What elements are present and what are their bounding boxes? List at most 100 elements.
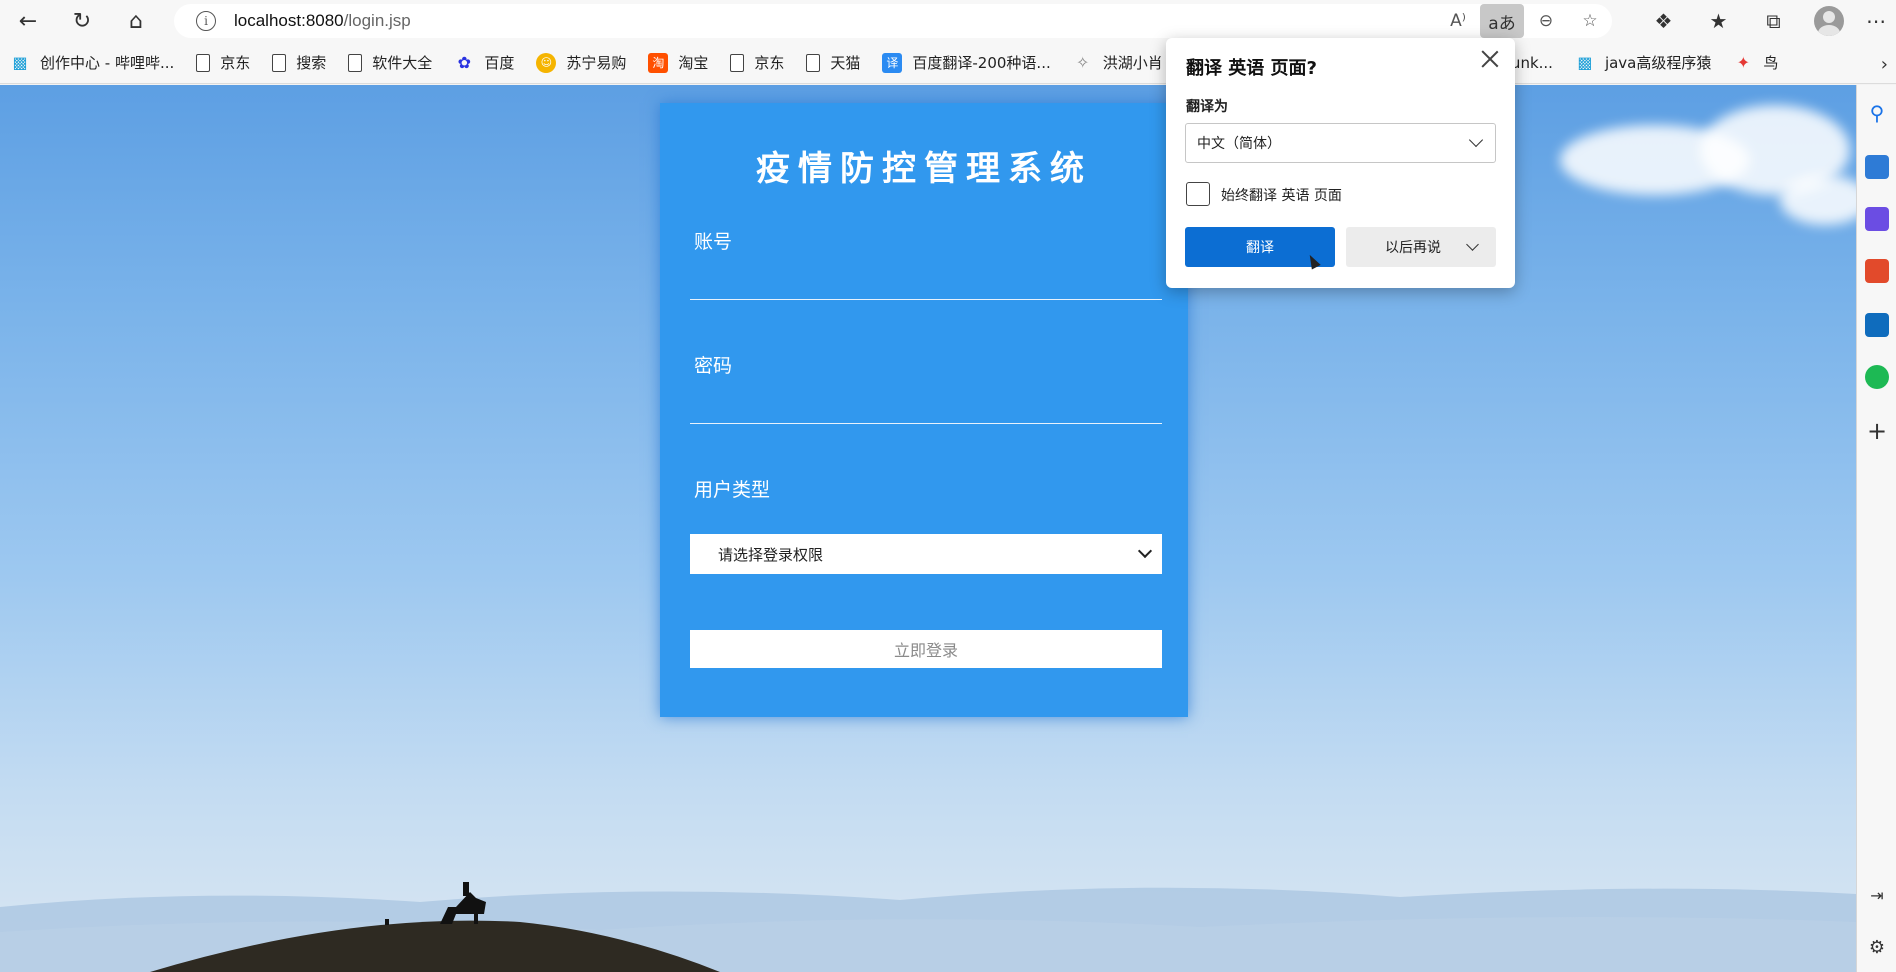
- account-input[interactable]: [690, 259, 1162, 299]
- page-icon: [272, 53, 287, 72]
- chevron-right-icon[interactable]: ›: [1881, 54, 1888, 75]
- bookmark-item[interactable]: ☺ 苏宁易购: [536, 48, 626, 78]
- bookmark-item[interactable]: 淘淘宝: [648, 48, 708, 78]
- account-label: 账号: [694, 231, 733, 253]
- account-underline: [690, 299, 1162, 300]
- bookmark-item[interactable]: 搜索: [272, 48, 326, 78]
- bookmark-item[interactable]: 软件大全: [348, 48, 432, 78]
- bookmark-label: 京东: [220, 54, 251, 72]
- games-icon[interactable]: [1865, 207, 1889, 231]
- user-type-label: 用户类型: [694, 479, 771, 501]
- bird-icon: ✦: [1736, 53, 1751, 72]
- not-now-button[interactable]: 以后再说: [1346, 227, 1496, 267]
- bookmark-label: 天猫: [830, 54, 861, 72]
- bookmark-label: java高级程序猿: [1604, 54, 1712, 72]
- add-icon[interactable]: +: [1865, 417, 1889, 445]
- site-info-icon[interactable]: i: [196, 11, 216, 31]
- collections-icon[interactable]: ⧉: [1746, 0, 1801, 42]
- page-title: 疫情防控管理系统: [756, 149, 1092, 189]
- bookmark-label: 京东: [754, 54, 785, 72]
- bookmark-label: 洪湖小肖: [1102, 54, 1163, 72]
- spotify-icon[interactable]: [1865, 365, 1889, 389]
- close-icon[interactable]: [1479, 48, 1501, 70]
- more-menu-icon[interactable]: ⋯: [1856, 0, 1896, 42]
- chevron-down-icon: [1137, 543, 1153, 559]
- bookmark-item[interactable]: 译百度翻译-200种语...: [882, 48, 1051, 78]
- password-input[interactable]: [690, 383, 1162, 423]
- user-type-select[interactable]: 请选择登录权限: [690, 534, 1162, 574]
- bookmark-item[interactable]: ▩ java高级程序猿: [1575, 48, 1711, 78]
- mountain-landscape: [0, 882, 1856, 972]
- password-underline: [690, 423, 1162, 424]
- bookmark-label: 搜索: [296, 54, 327, 72]
- url-text[interactable]: localhost:8080/login.jsp: [234, 11, 411, 31]
- page-icon: [806, 53, 821, 72]
- login-button[interactable]: 立即登录: [690, 630, 1162, 668]
- tools-icon[interactable]: [1865, 155, 1889, 179]
- bookmark-item[interactable]: ✿ 百度: [454, 48, 515, 78]
- address-bar-icons: A⁾ aあ ⊖ ☆: [1436, 4, 1612, 38]
- read-aloud-icon[interactable]: A⁾: [1436, 4, 1480, 38]
- toolbar-right-icons: ❖ ★ ⧉ ⋯: [1636, 0, 1896, 42]
- password-label: 密码: [694, 355, 733, 377]
- taobao-icon: 淘: [648, 52, 669, 73]
- page-icon: [348, 53, 363, 72]
- outlook-icon[interactable]: [1865, 313, 1889, 337]
- page-icon: ✧: [1076, 53, 1090, 72]
- url-path: /login.jsp: [343, 11, 411, 30]
- gear-icon[interactable]: ⚙: [1865, 935, 1889, 959]
- back-icon[interactable]: ←: [8, 3, 48, 39]
- favorites-icon[interactable]: ★: [1691, 0, 1746, 42]
- cloud: [1780, 175, 1856, 225]
- suning-icon: ☺: [536, 52, 557, 73]
- search-icon[interactable]: ⚲: [1865, 101, 1889, 125]
- page-viewport: 疫情防控管理系统 账号 密码 用户类型 请选择登录权限 立即登录: [0, 85, 1856, 972]
- not-now-label: 以后再说: [1385, 240, 1441, 256]
- add-favorite-icon[interactable]: ☆: [1568, 4, 1612, 38]
- extensions-icon[interactable]: ❖: [1636, 0, 1691, 42]
- profile-icon[interactable]: [1801, 0, 1856, 42]
- bookmarks-bar: ▩ 创作中心 - 哔哩哔... 京东 搜索 软件大全 ✿ 百度 ☺ 苏宁易购 淘淘宝 …: [0, 42, 1896, 84]
- translate-popup-title: 翻译 英语 页面?: [1186, 58, 1317, 79]
- language-selected: 中文（简体）: [1197, 136, 1281, 152]
- page-icon: [196, 53, 211, 72]
- avatar: [1813, 6, 1844, 36]
- bookmark-item[interactable]: 京东: [196, 48, 250, 78]
- bilibili-icon: ▩: [1577, 53, 1593, 72]
- bookmark-label: 淘宝: [678, 54, 709, 72]
- address-bar[interactable]: i localhost:8080/login.jsp A⁾ aあ ⊖ ☆: [174, 4, 1612, 38]
- chevron-down-icon: [1468, 132, 1484, 148]
- bookmark-label: 软件大全: [372, 54, 433, 72]
- browser-toolbar: ← ↻ ⌂ i localhost:8080/login.jsp A⁾ aあ ⊖…: [0, 0, 1896, 42]
- reload-icon[interactable]: ↻: [62, 3, 102, 39]
- language-select[interactable]: 中文（简体）: [1185, 123, 1496, 163]
- home-icon[interactable]: ⌂: [116, 3, 156, 39]
- bookmark-item[interactable]: 京东: [730, 48, 784, 78]
- office-icon[interactable]: [1865, 259, 1889, 283]
- page-icon: [730, 53, 745, 72]
- login-card: 疫情防控管理系统 账号 密码 用户类型 请选择登录权限 立即登录: [660, 103, 1188, 717]
- fanyi-icon: 译: [882, 52, 903, 73]
- bookmark-item[interactable]: ✦ 鸟: [1733, 48, 1779, 78]
- bilibili-icon: ▩: [12, 53, 28, 72]
- translate-to-label: 翻译为: [1186, 99, 1228, 115]
- bookmark-label: 鸟: [1763, 54, 1779, 72]
- translate-icon[interactable]: aあ: [1480, 4, 1524, 38]
- zoom-icon[interactable]: ⊖: [1524, 4, 1568, 38]
- user-type-selected: 请选择登录权限: [718, 545, 824, 564]
- url-host: localhost:8080: [234, 11, 344, 30]
- bookmark-label: 创作中心 - 哔哩哔...: [40, 54, 175, 72]
- bookmark-item[interactable]: ▩ 创作中心 - 哔哩哔...: [10, 48, 174, 78]
- always-translate-checkbox[interactable]: [1186, 182, 1210, 206]
- chevron-down-icon[interactable]: [1466, 238, 1479, 251]
- baidu-icon: ✿: [457, 53, 472, 72]
- edge-sidebar: ⚲ + ⇥ ⚙: [1856, 85, 1896, 972]
- bookmark-item[interactable]: 天猫: [806, 48, 860, 78]
- bookmark-item[interactable]: ✧ 洪湖小肖: [1073, 48, 1163, 78]
- translate-popup: 翻译 英语 页面? 翻译为 中文（简体） 始终翻译 英语 页面 翻译 以后再说: [1166, 38, 1515, 288]
- collapse-sidebar-icon[interactable]: ⇥: [1865, 883, 1889, 907]
- always-translate-label: 始终翻译 英语 页面: [1221, 188, 1342, 204]
- bookmark-label: 苏宁易购: [566, 54, 627, 72]
- bookmark-label: 百度翻译-200种语...: [912, 54, 1051, 72]
- bookmark-label: 百度: [484, 54, 515, 72]
